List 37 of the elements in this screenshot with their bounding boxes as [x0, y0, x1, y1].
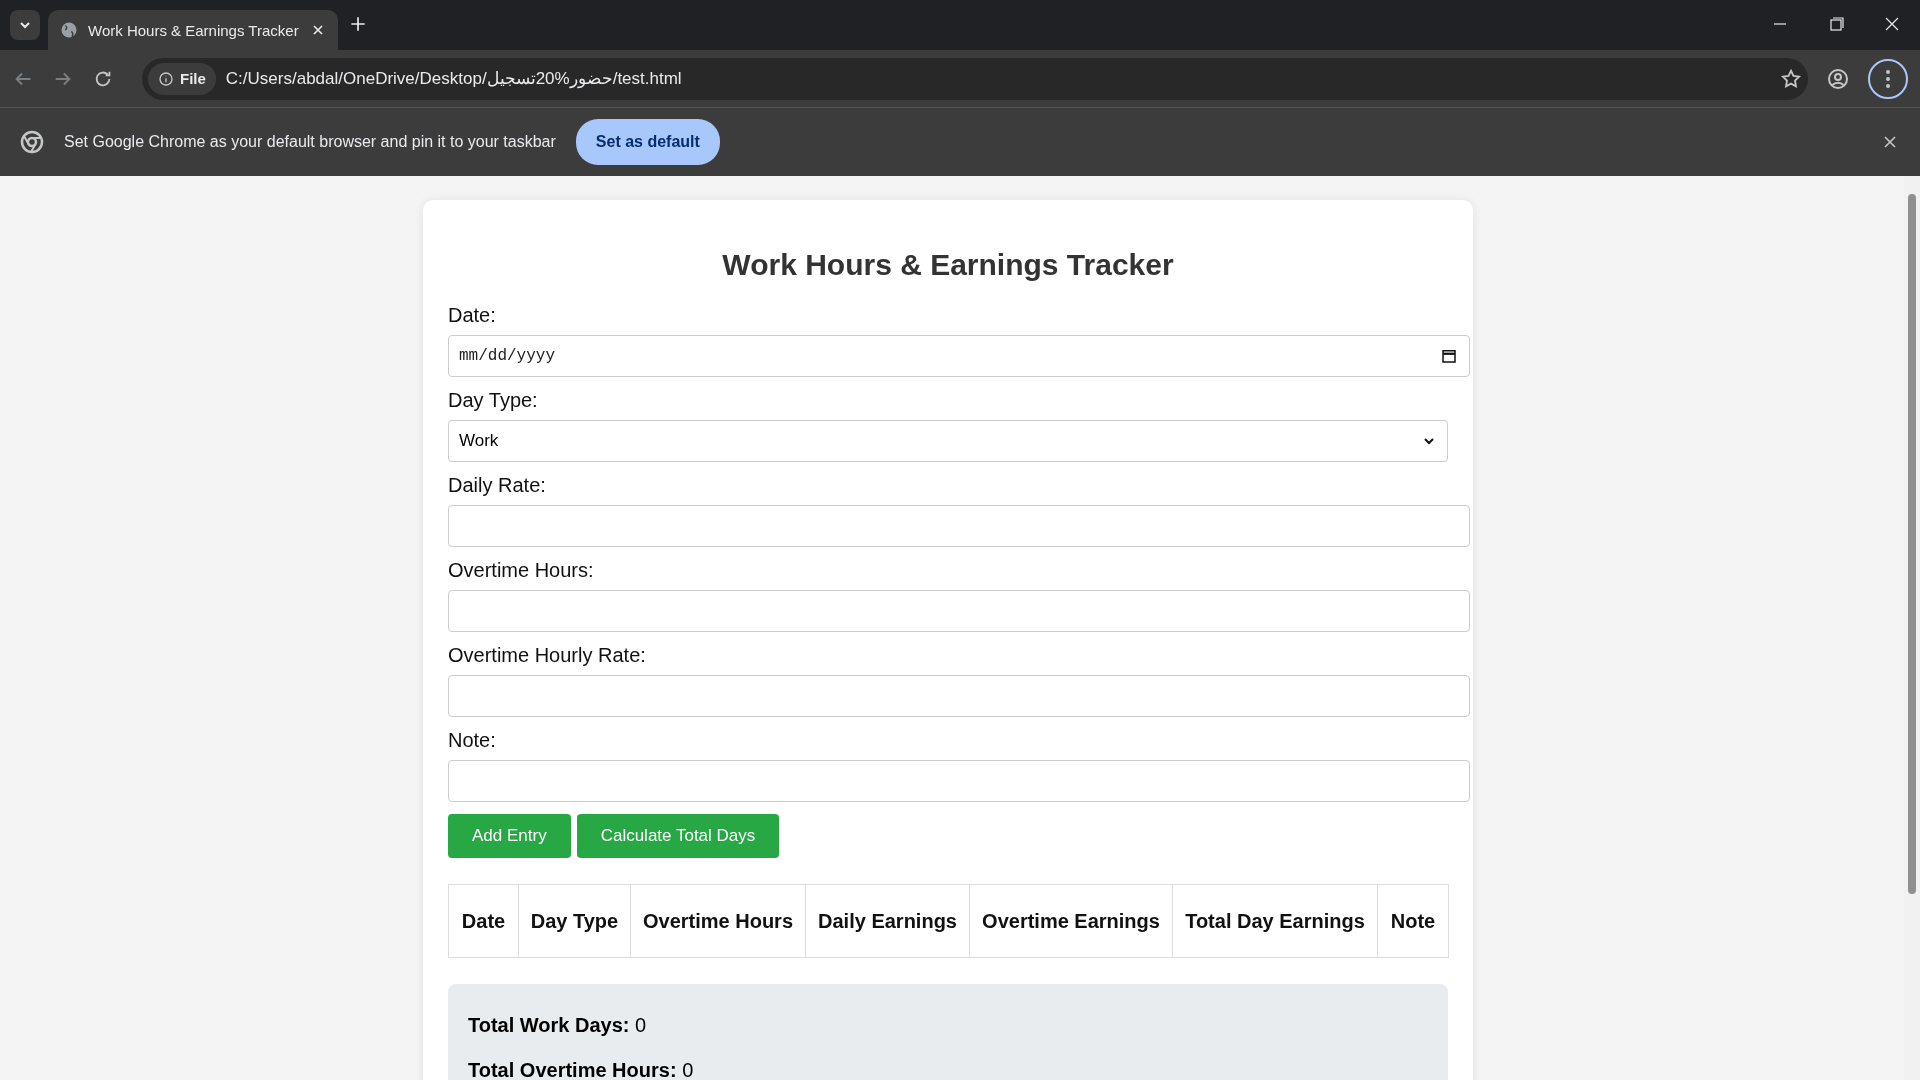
- info-icon: [158, 70, 174, 87]
- browser-tab[interactable]: Work Hours & Earnings Tracker: [48, 10, 338, 50]
- field-label: Overtime Hours:: [448, 559, 595, 582]
- plus-icon: [348, 14, 368, 34]
- field-label: Date:: [448, 304, 497, 327]
- column-header: Total Day Earnings: [1172, 884, 1378, 958]
- set-default-button[interactable]: Set as default: [575, 119, 720, 165]
- day-type-dropdown[interactable]: Work: [448, 420, 1448, 462]
- site-info-chip[interactable]: File: [148, 62, 216, 95]
- profile-icon: [1826, 66, 1850, 91]
- globe-icon: [60, 21, 78, 39]
- input-field[interactable]: [448, 590, 1470, 632]
- tab-search-button[interactable]: [10, 10, 40, 40]
- field-label: Daily Rate:: [448, 474, 547, 497]
- input-field[interactable]: [448, 760, 1470, 802]
- field-label: Note:: [448, 729, 497, 752]
- address-bar[interactable]: C:/Users/abdal/OneDrive/Desktop/حضور%20تسجيل/test.html: [225, 68, 1770, 89]
- summary-line: Total Overtime Hours: 0: [468, 1059, 695, 1080]
- field-label: Day Type:: [448, 389, 539, 412]
- column-header: Date: [448, 884, 519, 958]
- column-header: Overtime Hours: [630, 884, 806, 958]
- input-field[interactable]: [448, 505, 1470, 547]
- column-header: Overtime Earnings: [969, 884, 1173, 958]
- page-title: Work Hours & Earnings Tracker: [721, 248, 1175, 282]
- chrome-logo-icon: [20, 130, 44, 154]
- menu-button[interactable]: [1868, 58, 1908, 99]
- calendar-icon: [1440, 347, 1458, 365]
- kebab-menu-icon: [1886, 69, 1890, 88]
- input-field[interactable]: [448, 675, 1470, 717]
- field-label: Overtime Hourly Rate:: [448, 644, 647, 667]
- column-header: Note: [1377, 884, 1449, 958]
- date-field[interactable]: mm/dd/yyyy: [448, 335, 1470, 377]
- infobar-message: Set Google Chrome as your default browser and pin it to your taskbar: [64, 133, 556, 151]
- column-header: Daily Earnings: [805, 884, 970, 958]
- column-header: Day Type: [518, 884, 631, 958]
- star-icon: [1780, 67, 1802, 90]
- summary-line: Total Work Days: 0: [468, 1014, 648, 1037]
